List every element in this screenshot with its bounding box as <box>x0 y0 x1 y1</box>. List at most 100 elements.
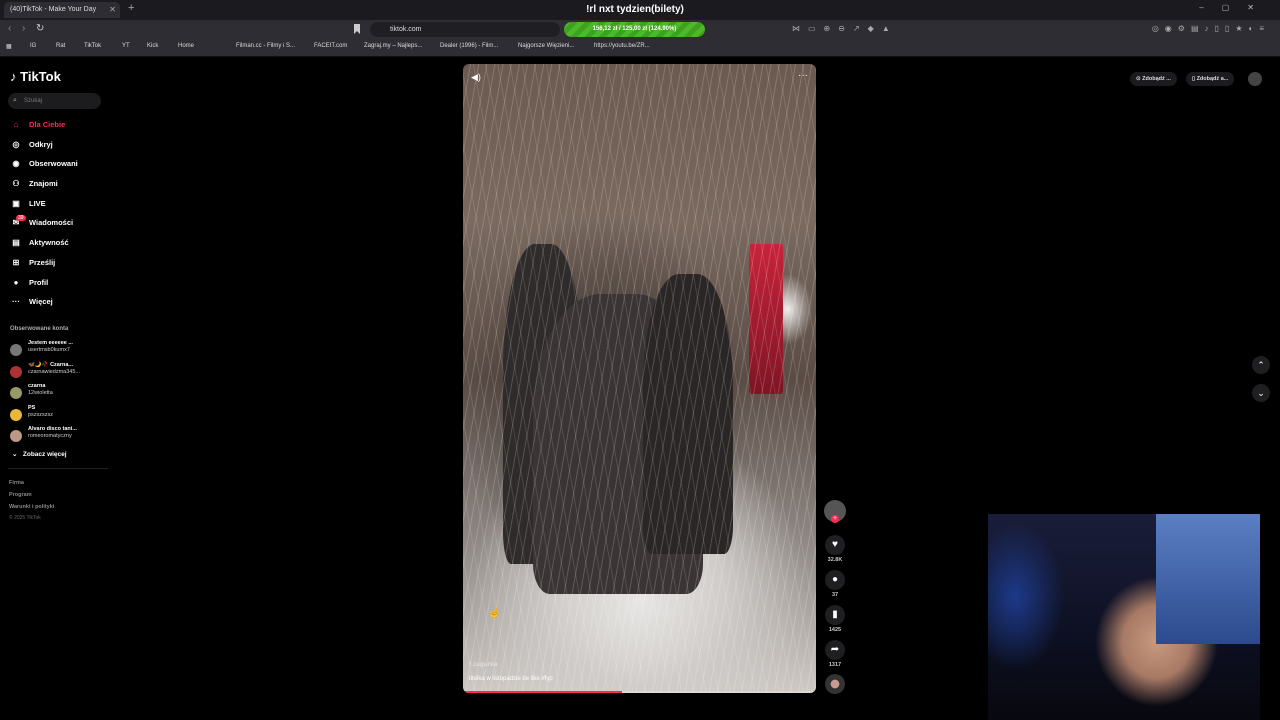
account-handle: usertmsb0kumx7 <box>28 347 70 353</box>
search-placeholder: Szukaj <box>24 98 43 104</box>
nav-label: Profil <box>29 278 49 287</box>
chevron-up-icon: ⌃ <box>1257 360 1265 370</box>
bookmark-ig[interactable]: IG <box>30 43 36 49</box>
account-handle: 12wioletta <box>28 390 53 396</box>
get-app-label: Zdobądź a... <box>1196 76 1229 82</box>
account-name: czarna <box>28 383 46 389</box>
video-caption: titelka w listopadzie be like #fyp <box>469 676 553 682</box>
see-more-label: Zobacz więcej <box>22 451 67 458</box>
footer-link-program[interactable]: Program <box>9 492 32 498</box>
bookmark-wiezienia[interactable]: Najgorsze Więzieni... <box>518 43 574 49</box>
avatar <box>10 344 22 356</box>
follow-plus-icon[interactable]: + <box>831 515 839 523</box>
live-icon: ▣ <box>12 199 20 208</box>
nav-friends[interactable]: ⚇ Znajomi <box>10 176 57 192</box>
get-mobile-app-button[interactable]: ▯ Zdobądź a... <box>1186 72 1235 86</box>
webcam-background-door <box>1156 514 1260 644</box>
profile-avatar[interactable] <box>1248 72 1262 86</box>
donation-progress-bar: 156,12 zł / 125,00 zł (124.90%) <box>564 22 705 37</box>
avatar <box>10 430 22 442</box>
bookmark-home[interactable]: Home <box>178 43 194 49</box>
footer-link-company[interactable]: Firma <box>9 480 24 486</box>
back-icon[interactable]: ‹ <box>8 23 11 34</box>
compass-icon: ◎ <box>12 140 20 149</box>
nav-activity[interactable]: ▤ Aktywność <box>10 235 68 251</box>
webcam-overlay <box>988 514 1260 720</box>
apps-icon[interactable]: ▦ <box>6 43 12 50</box>
nav-label: Wiadomości <box>29 218 74 227</box>
bookmark-youtube-link[interactable]: https://youtu.be/ZR... <box>594 43 650 49</box>
nav-label: LIVE <box>29 199 46 208</box>
bookmark-faceit[interactable]: FACEIT.com <box>314 43 347 49</box>
browser-tab[interactable]: (40)TikTok - Make Your Day ✕ <box>4 2 120 18</box>
nav-upload[interactable]: ⊞ Prześlij <box>10 255 56 271</box>
more-options-icon[interactable]: ··· <box>798 70 808 81</box>
video-author[interactable]: f.zagurka <box>469 661 498 668</box>
avatar <box>10 409 22 421</box>
close-tab-icon[interactable]: ✕ <box>109 2 116 18</box>
nav-profile[interactable]: ● Profil <box>10 275 49 291</box>
home-icon: ⌂ <box>13 120 19 129</box>
chevron-down-icon: ⌄ <box>1257 388 1265 398</box>
url-field[interactable]: tiktok.com <box>370 22 560 37</box>
bookmark-tiktok[interactable]: TikTok <box>84 43 101 49</box>
avatar <box>10 387 22 399</box>
messages-badge: 39 <box>16 215 26 221</box>
music-disc-icon[interactable] <box>825 674 845 694</box>
phone-icon: ▯ <box>1192 76 1196 82</box>
bookmark-dealer[interactable]: Dealer (1996) - Film... <box>440 43 498 49</box>
comment-button[interactable]: ● 37 <box>824 570 846 598</box>
like-button[interactable]: ♥ 32.8K <box>824 535 846 563</box>
logo-text: TikTok <box>20 69 61 84</box>
video-player[interactable]: ◀) ··· f.zagurka titelka w listopadzie b… <box>463 64 816 693</box>
account-name: PS <box>28 405 36 411</box>
bookmark-rat[interactable]: Rat <box>56 43 65 49</box>
profile-icon: ● <box>13 278 19 287</box>
window-controls[interactable]: –▢✕ <box>1199 3 1272 12</box>
comment-count: 37 <box>831 592 839 598</box>
copyright: © 2025 TikTok <box>9 515 41 521</box>
toolbar-extension-icons[interactable]: ◎◉⚙▤♪▯▯★◐≡ <box>1152 24 1270 33</box>
bookmark-zagraj[interactable]: Zagraj.my – Najleps... <box>364 43 422 49</box>
bookmark-filman[interactable]: Filman.cc - Filmy i S... <box>236 43 295 49</box>
bookmarks-bar: ▦ IG Rat TikTok YT Kick Home Filman.cc -… <box>0 40 1280 57</box>
nav-following[interactable]: ◉ Obserwowani <box>10 156 78 172</box>
share-button[interactable]: ➦ 1317 <box>824 640 846 668</box>
video-progress-bar[interactable] <box>463 691 816 693</box>
computer-icon: ⊙ <box>1136 76 1141 82</box>
search-input[interactable]: ⌕ Szukaj <box>8 93 101 109</box>
get-pc-app-button[interactable]: ⊙ Zdobądź ... <box>1130 72 1177 86</box>
account-handle: pszszszsz <box>28 412 54 418</box>
nav-label: Odkryj <box>29 140 53 149</box>
volume-icon[interactable]: ◀) <box>471 72 481 83</box>
following-section-title: Obserwowane konta <box>10 326 69 332</box>
new-tab-icon[interactable]: + <box>128 2 134 14</box>
bookmark-kick[interactable]: Kick <box>147 43 158 49</box>
nav-more[interactable]: ··· Więcej <box>10 294 53 310</box>
account-name: Jestem eeeeee ... <box>28 340 73 346</box>
bookmark-icon[interactable] <box>354 24 360 34</box>
tiktok-logo[interactable]: ♪ TikTok <box>10 69 61 84</box>
account-name: 🦋🌙🥀 Czarna... <box>28 362 73 368</box>
bookmark-icon: ▮ <box>825 605 845 625</box>
nav-explore[interactable]: ◎ Odkryj <box>10 137 53 153</box>
video-progress-fill <box>463 691 622 693</box>
previous-video-button[interactable]: ⌃ <box>1252 356 1270 374</box>
bookmark-yt[interactable]: YT <box>122 43 130 49</box>
chevron-down-icon: ⌄ <box>12 451 18 458</box>
see-more-button[interactable]: ⌄ Zobacz więcej <box>12 450 67 458</box>
mouse-cursor-icon: ☝ <box>488 608 501 619</box>
nav-live[interactable]: ▣ LIVE <box>10 196 46 212</box>
avatar <box>10 366 22 378</box>
tab-title: (40)TikTok - Make Your Day <box>10 6 97 13</box>
nav-for-you[interactable]: ⌂ Dla Ciebie <box>10 117 66 133</box>
more-icon: ··· <box>12 297 20 306</box>
address-bar-icons[interactable]: ⋈▭⊕⊖↗◆▲ <box>792 24 898 33</box>
following-icon: ◉ <box>12 159 20 168</box>
save-button[interactable]: ▮ 1425 <box>824 605 846 633</box>
reload-icon[interactable]: ↻ <box>36 23 44 34</box>
next-video-button[interactable]: ⌄ <box>1252 384 1270 402</box>
account-handle: czarnawiedzma345... <box>28 369 80 375</box>
forward-icon[interactable]: › <box>22 23 25 34</box>
footer-link-terms[interactable]: Warunki i polityki <box>9 504 54 510</box>
